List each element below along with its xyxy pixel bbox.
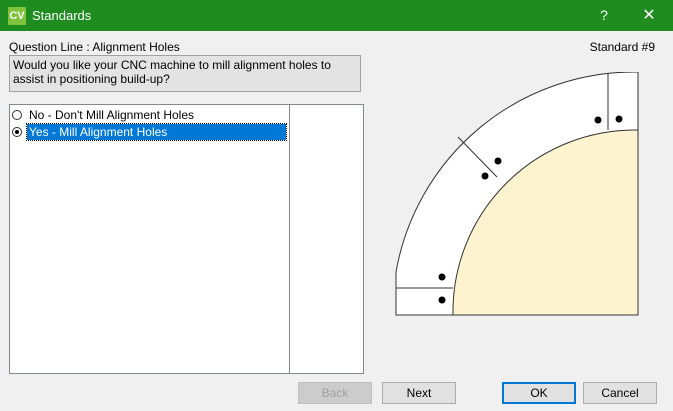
radio-icon[interactable] [12, 110, 22, 120]
alignment-hole [438, 296, 446, 304]
alignment-hole [438, 273, 446, 281]
app-icon: CV [8, 7, 26, 25]
question-line-label: Question Line : Alignment Holes [9, 40, 180, 54]
list-divider [289, 105, 290, 373]
alignment-hole [481, 172, 489, 180]
title-bar: CV Standards ? ✕ [0, 0, 673, 31]
cancel-button[interactable]: Cancel [583, 382, 657, 404]
help-button[interactable]: ? [582, 0, 626, 31]
option-label: No - Don't Mill Alignment Holes [29, 108, 195, 122]
standard-number: Standard #9 [589, 40, 655, 54]
alignment-holes-diagram [395, 72, 639, 316]
options-listbox[interactable]: No - Don't Mill Alignment Holes Yes - Mi… [9, 104, 364, 374]
alignment-hole [594, 116, 602, 124]
alignment-hole [494, 157, 502, 165]
window-title: Standards [32, 8, 92, 23]
option-yes-holes[interactable]: Yes - Mill Alignment Holes [12, 123, 287, 141]
option-label: Yes - Mill Alignment Holes [26, 123, 287, 141]
ok-button[interactable]: OK [502, 382, 576, 404]
option-no-holes[interactable]: No - Don't Mill Alignment Holes [12, 107, 196, 123]
back-button[interactable]: Back [298, 382, 372, 404]
close-button[interactable]: ✕ [627, 0, 671, 31]
radio-selected-icon[interactable] [12, 127, 22, 137]
alignment-hole [615, 115, 623, 123]
question-prompt: Would you like your CNC machine to mill … [9, 55, 361, 92]
next-button[interactable]: Next [382, 382, 456, 404]
